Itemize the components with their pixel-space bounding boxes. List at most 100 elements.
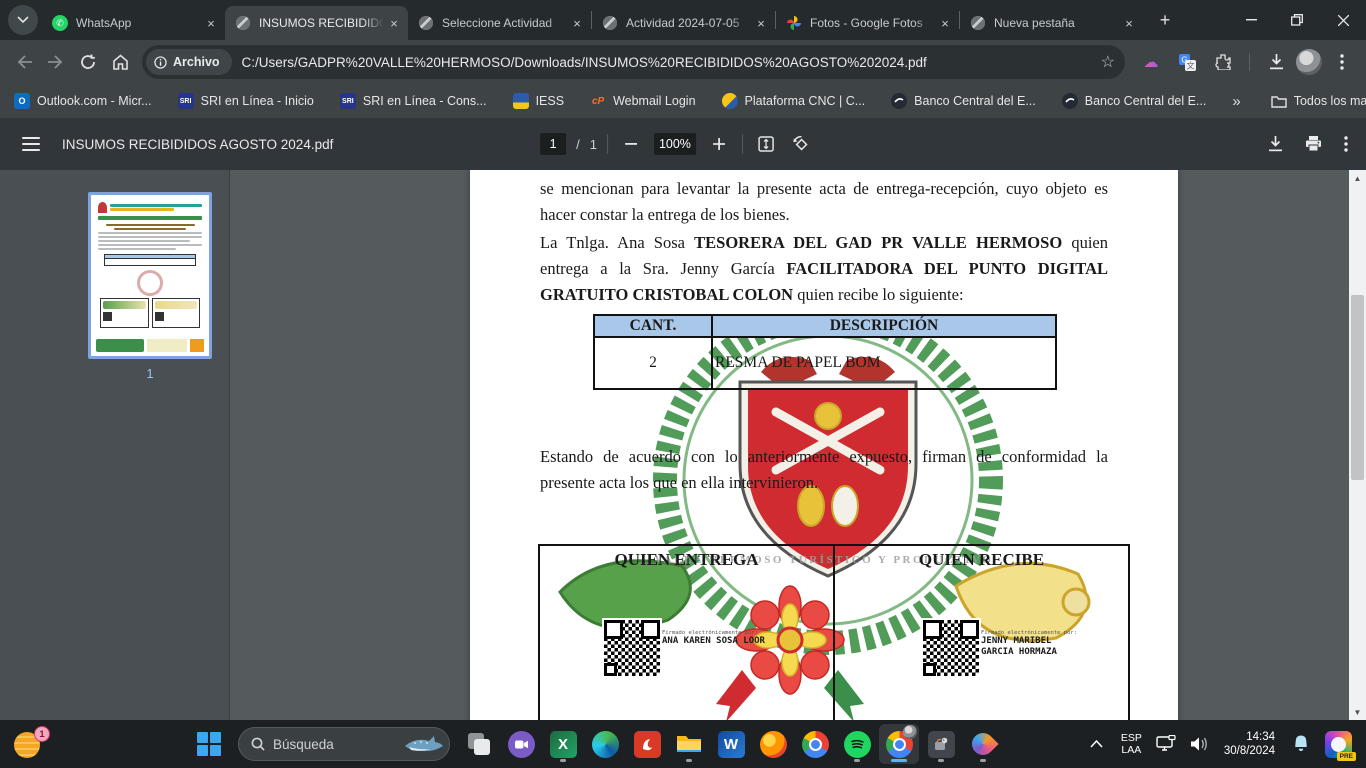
bookmark-label: SRI en Línea - Cons... <box>363 94 487 108</box>
edge-icon <box>592 731 619 758</box>
reload-button[interactable] <box>72 46 104 78</box>
extension-cloud-icon[interactable]: ☁ <box>1135 46 1167 78</box>
zoom-out-button[interactable] <box>618 131 644 157</box>
kebab-icon <box>1340 54 1344 70</box>
translate-icon[interactable]: G文 <box>1171 46 1203 78</box>
minimize-button[interactable] <box>1228 0 1274 40</box>
close-icon[interactable]: × <box>569 15 585 31</box>
taskbar-app-excel[interactable]: X <box>543 724 583 764</box>
bookmark-webmail[interactable]: cP Webmail Login <box>590 93 695 109</box>
tab-actividad-fecha[interactable]: Actividad 2024-07-05 × <box>592 6 775 40</box>
copilot-button[interactable]: PRE <box>1325 731 1352 758</box>
bookmark-cnc[interactable]: Plataforma CNC | C... <box>722 93 866 109</box>
tab-label: Seleccione Actividad <box>442 16 569 30</box>
vertical-scrollbar[interactable]: ▲ ▼ <box>1349 170 1366 720</box>
rotate-button[interactable] <box>789 131 815 157</box>
qty-cell: 2 <box>594 337 712 389</box>
all-bookmarks-label: Todos los marcadores <box>1294 94 1366 108</box>
taskbar-app-word[interactable]: W <box>711 724 751 764</box>
close-icon[interactable]: × <box>937 15 953 31</box>
pdf-menu-button[interactable] <box>22 137 40 151</box>
pdf-toolbar-divider <box>607 134 608 154</box>
scrollbar-thumb[interactable] <box>1351 295 1364 480</box>
globe-icon <box>418 15 434 31</box>
forward-button[interactable] <box>40 46 72 78</box>
bookmarks-overflow-button[interactable]: » <box>1232 93 1240 110</box>
bookmark-label: Outlook.com - Micr... <box>37 94 152 108</box>
fit-page-button[interactable] <box>753 131 779 157</box>
bookmark-star-icon[interactable]: ☆ <box>1101 52 1115 72</box>
close-window-button[interactable] <box>1320 0 1366 40</box>
close-icon[interactable]: × <box>1121 15 1137 31</box>
back-button[interactable] <box>8 46 40 78</box>
taskbar-search[interactable]: Búsqueda <box>238 727 450 761</box>
clock[interactable]: 14:34 30/8/2024 <box>1224 730 1275 758</box>
profile-avatar[interactable] <box>1296 49 1322 75</box>
browser-menu-button[interactable] <box>1326 46 1358 78</box>
bookmark-bce-1[interactable]: Banco Central del E... <box>891 93 1036 109</box>
extensions-puzzle-icon[interactable] <box>1207 46 1239 78</box>
bookmark-sri-consultas[interactable]: SRI SRI en Línea - Cons... <box>340 93 487 109</box>
close-icon[interactable]: × <box>753 15 769 31</box>
close-icon[interactable]: × <box>203 15 219 31</box>
bookmark-outlook[interactable]: O Outlook.com - Micr... <box>14 93 152 109</box>
task-view-button[interactable] <box>459 724 499 764</box>
url-text[interactable]: C:/Users/GADPR%20VALLE%20HERMOSO/Downloa… <box>242 55 1101 70</box>
taskbar-app-chrome[interactable] <box>795 724 835 764</box>
pdf-print-button[interactable] <box>1305 136 1322 152</box>
restore-button[interactable] <box>1274 0 1320 40</box>
all-bookmarks-button[interactable]: Todos los marcadores <box>1271 94 1366 108</box>
notifications-bell-icon[interactable] <box>1291 734 1311 754</box>
page-thumbnail[interactable] <box>88 192 212 359</box>
bookmark-iess[interactable]: IESS <box>513 93 565 109</box>
hidden-icons-chevron[interactable] <box>1090 740 1103 748</box>
close-icon[interactable]: × <box>386 15 402 31</box>
tab-search-button[interactable] <box>8 5 38 35</box>
whatsapp-icon: ✆ <box>52 15 68 31</box>
taskbar-app-chrome-active[interactable] <box>879 724 919 764</box>
scroll-up-arrow[interactable]: ▲ <box>1349 170 1366 186</box>
bookmark-bce-2[interactable]: Banco Central del E... <box>1062 93 1207 109</box>
zoom-level-input[interactable]: 100% <box>654 133 696 155</box>
zoom-in-button[interactable] <box>706 131 732 157</box>
tab-label: INSUMOS RECIBIDIDOS AGOSTO 2024.pdf <box>259 16 386 30</box>
tab-nueva-pestana[interactable]: Nueva pestaña × <box>960 6 1143 40</box>
bookmark-label: Webmail Login <box>613 94 695 108</box>
widgets-button[interactable]: 1 <box>14 728 48 760</box>
spotify-icon <box>844 731 871 758</box>
volume-icon[interactable] <box>1190 736 1210 752</box>
tab-seleccione-actividad[interactable]: Seleccione Actividad × <box>408 6 591 40</box>
pdf-more-button[interactable] <box>1344 136 1348 152</box>
excel-icon: X <box>550 731 577 758</box>
file-scheme-chip[interactable]: Archivo <box>146 49 232 75</box>
taskbar-app-edge[interactable] <box>585 724 625 764</box>
network-icon[interactable] <box>1156 735 1178 753</box>
paragraph-3: Estando de acuerdo con lo anteriormente … <box>540 444 1108 496</box>
page-number-input[interactable]: 1 <box>540 133 566 155</box>
taskbar-app-paint-drop[interactable] <box>963 724 1003 764</box>
tab-insumos-pdf[interactable]: INSUMOS RECIBIDIDOS AGOSTO 2024.pdf × <box>225 6 408 40</box>
tab-google-fotos[interactable]: Fotos - Google Fotos × <box>776 6 959 40</box>
bookmark-sri-inicio[interactable]: SRI SRI en Línea - Inicio <box>178 93 314 109</box>
new-tab-button[interactable]: + <box>1151 6 1179 34</box>
start-button[interactable] <box>189 724 229 764</box>
back-icon <box>16 55 32 69</box>
scroll-down-arrow[interactable]: ▼ <box>1349 704 1366 720</box>
address-bar[interactable]: Archivo C:/Users/GADPR%20VALLE%20HERMOSO… <box>142 45 1125 79</box>
taskbar-app-java[interactable] <box>921 724 961 764</box>
taskbar-app-videochat[interactable] <box>501 724 541 764</box>
taskbar-app-pdf-reader[interactable] <box>627 724 667 764</box>
language-indicator[interactable]: ESP LAA <box>1121 732 1142 756</box>
scheme-label: Archivo <box>173 55 220 69</box>
search-placeholder: Búsqueda <box>273 737 334 752</box>
taskbar-app-explorer[interactable] <box>669 724 709 764</box>
tab-whatsapp[interactable]: ✆ WhatsApp × <box>42 6 225 40</box>
downloads-button[interactable] <box>1260 46 1292 78</box>
pdf-app-icon <box>634 731 661 758</box>
taskbar-app-spotify[interactable] <box>837 724 877 764</box>
pdf-download-button[interactable] <box>1268 136 1283 152</box>
qr-code-recibe <box>923 620 979 676</box>
taskbar-app-firefox[interactable] <box>753 724 793 764</box>
home-button[interactable] <box>104 46 136 78</box>
page-total: 1 <box>590 137 597 152</box>
